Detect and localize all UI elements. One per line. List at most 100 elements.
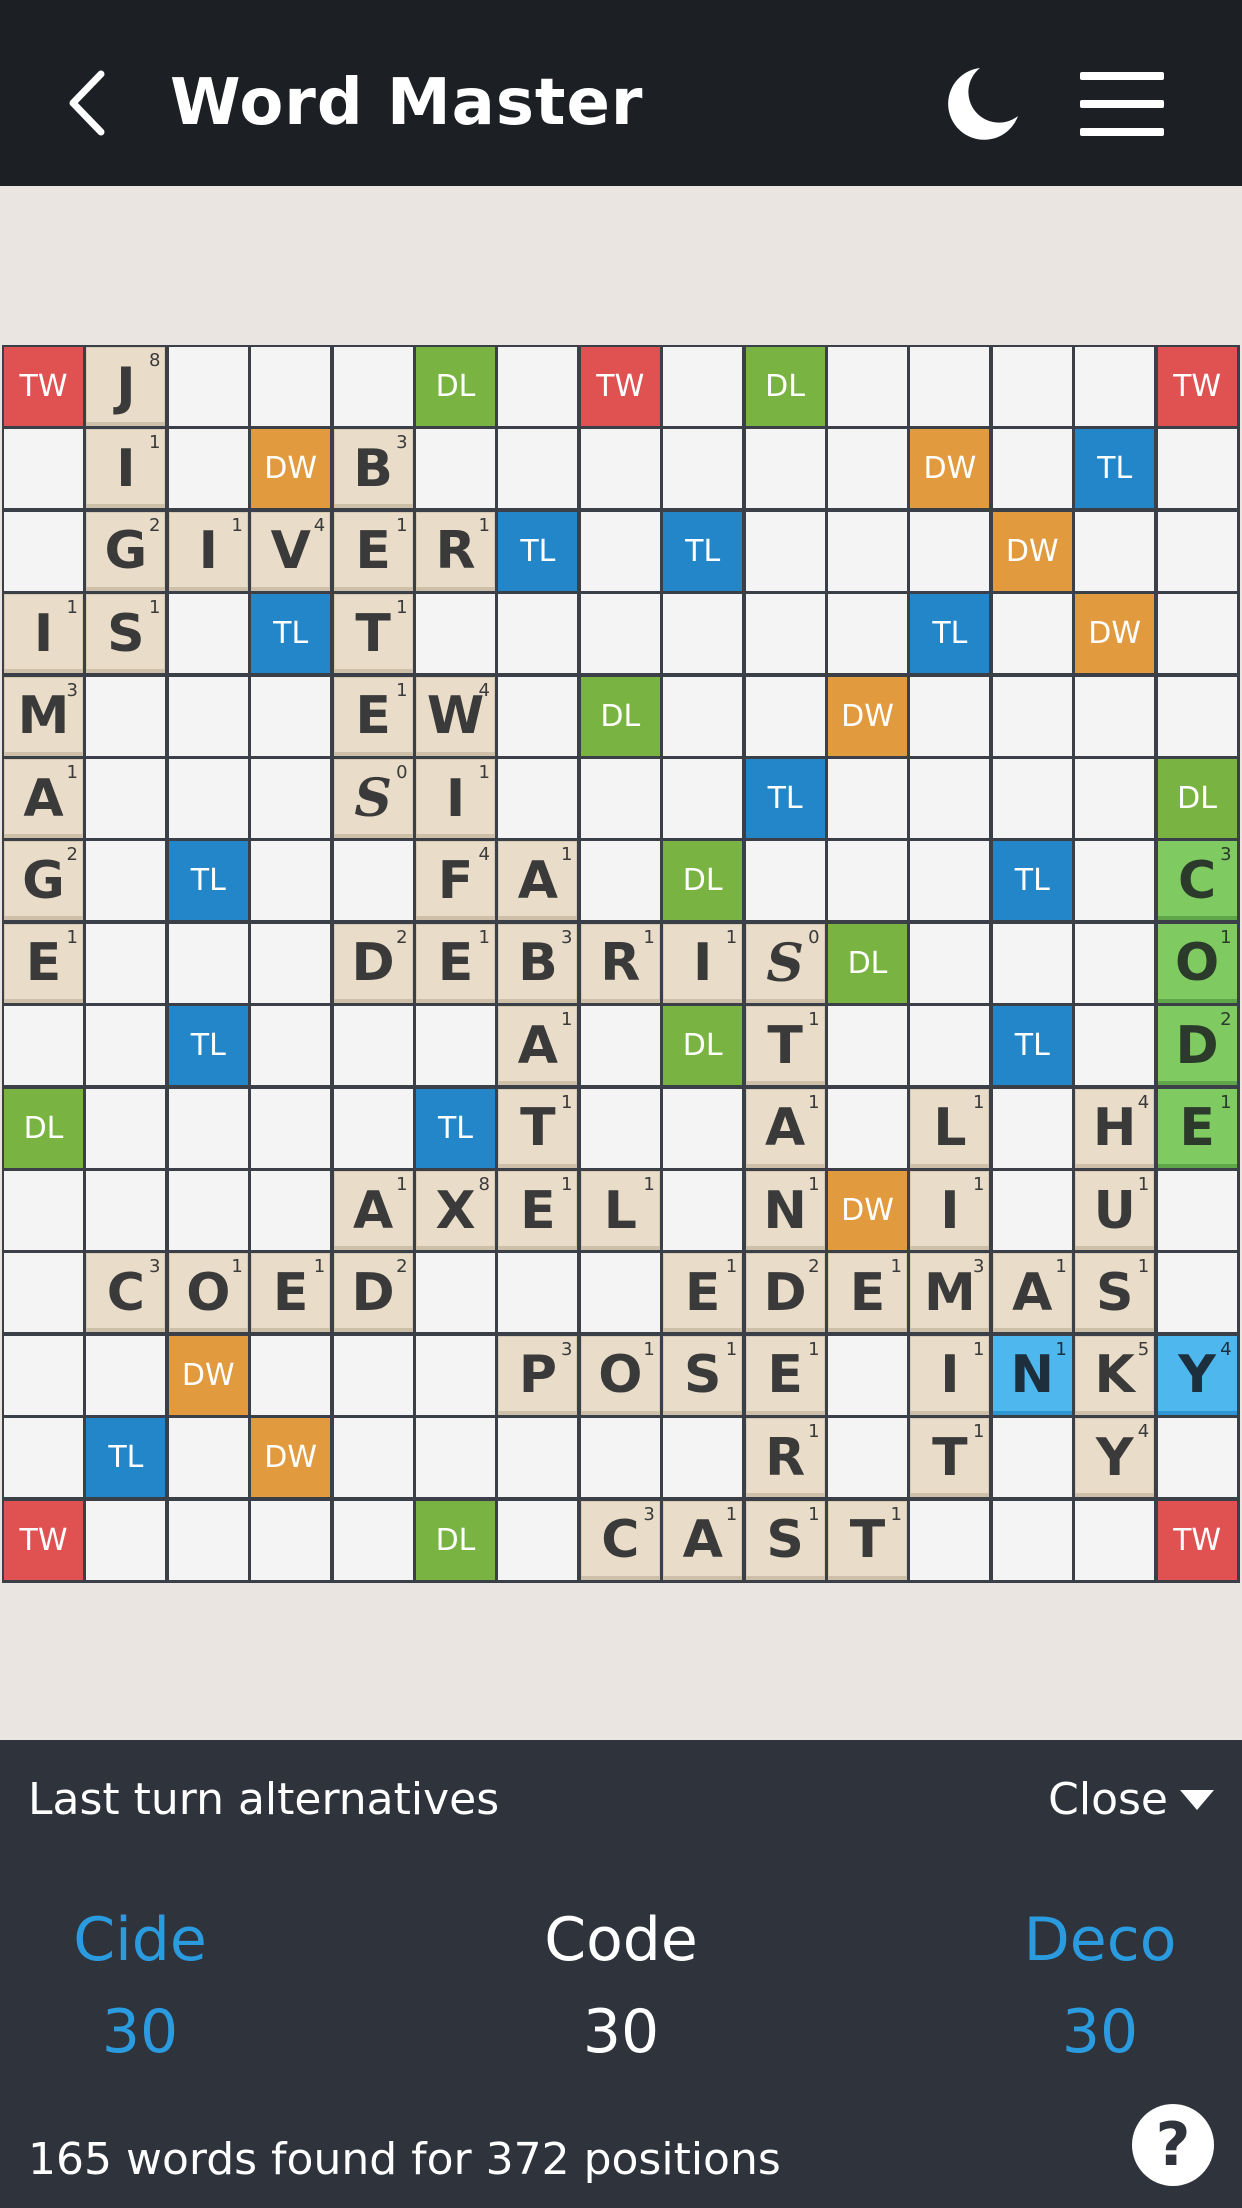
premium-square-tl[interactable]: TL [992,841,1072,921]
empty-square[interactable] [168,676,248,756]
empty-square[interactable] [1075,1500,1155,1580]
empty-square[interactable] [663,759,743,838]
letter-tile[interactable]: B3 [498,923,578,1003]
empty-square[interactable] [1075,676,1155,756]
empty-square[interactable] [992,676,1072,756]
premium-square-dw[interactable]: DW [828,1171,907,1250]
help-button[interactable]: ? [1132,2104,1214,2186]
letter-tile[interactable]: Y4 [1075,1418,1155,1498]
premium-square-dl[interactable]: DL [4,1088,83,1168]
letter-tile[interactable]: A1 [4,759,83,838]
letter-tile[interactable]: E1 [663,1253,743,1333]
empty-square[interactable] [992,1171,1072,1250]
premium-square-tw[interactable]: TW [4,1500,83,1580]
empty-square[interactable] [251,841,331,921]
empty-square[interactable] [4,429,83,509]
letter-tile[interactable]: C3 [86,1253,166,1333]
empty-square[interactable] [498,594,578,674]
letter-tile[interactable]: E1 [4,923,83,1003]
letter-tile[interactable]: D2 [745,1253,825,1333]
premium-square-tl[interactable]: TL [168,1006,248,1086]
empty-square[interactable] [86,1500,166,1580]
letter-tile[interactable]: S1 [1075,1253,1155,1333]
empty-square[interactable] [910,347,990,426]
empty-square[interactable] [910,676,990,756]
empty-square[interactable] [4,511,83,591]
empty-square[interactable] [168,1171,248,1250]
empty-square[interactable] [333,1088,413,1168]
empty-square[interactable] [1075,759,1155,838]
letter-tile[interactable]: I1 [168,511,248,591]
letter-tile[interactable]: G2 [86,511,166,591]
empty-square[interactable] [992,594,1072,674]
empty-square[interactable] [580,841,660,921]
empty-square[interactable] [4,1253,83,1333]
back-button[interactable] [52,58,122,148]
letter-tile[interactable]: W4 [416,676,495,756]
empty-square[interactable] [86,923,166,1003]
letter-tile[interactable]: S1 [86,594,166,674]
empty-square[interactable] [86,1006,166,1086]
empty-square[interactable] [580,1253,660,1333]
empty-square[interactable] [251,759,331,838]
empty-square[interactable] [168,1088,248,1168]
premium-square-dl[interactable]: DL [416,1500,495,1580]
empty-square[interactable] [992,429,1072,509]
empty-square[interactable] [333,1006,413,1086]
night-mode-button[interactable] [940,62,1024,146]
empty-square[interactable] [251,1335,331,1415]
empty-square[interactable] [745,841,825,921]
letter-tile[interactable]: T1 [745,1006,825,1086]
premium-square-dw[interactable]: DW [251,429,331,509]
empty-square[interactable] [580,1088,660,1168]
empty-square[interactable] [416,429,495,509]
premium-square-tw[interactable]: TW [580,347,660,426]
empty-square[interactable] [168,923,248,1003]
letter-tile[interactable]: K5 [1075,1335,1155,1415]
empty-square[interactable] [251,347,331,426]
empty-square[interactable] [745,429,825,509]
letter-tile[interactable]: E1 [498,1171,578,1250]
empty-square[interactable] [251,1171,331,1250]
letter-tile[interactable]: O1 [168,1253,248,1333]
letter-tile[interactable]: Y4 [1157,1335,1237,1415]
empty-square[interactable] [4,1418,83,1498]
empty-square[interactable] [992,1500,1072,1580]
empty-square[interactable] [910,759,990,838]
empty-square[interactable] [251,676,331,756]
letter-tile[interactable]: G2 [4,841,83,921]
empty-square[interactable] [168,429,248,509]
letter-tile[interactable]: V4 [251,511,331,591]
empty-square[interactable] [580,594,660,674]
empty-square[interactable] [168,594,248,674]
empty-square[interactable] [1157,1253,1237,1333]
letter-tile[interactable]: S0 [745,923,825,1003]
letter-tile[interactable]: P3 [498,1335,578,1415]
empty-square[interactable] [580,759,660,838]
empty-square[interactable] [416,1418,495,1498]
empty-square[interactable] [86,759,166,838]
empty-square[interactable] [416,1335,495,1415]
empty-square[interactable] [498,676,578,756]
empty-square[interactable] [86,1171,166,1250]
empty-square[interactable] [168,759,248,838]
empty-square[interactable] [1157,1171,1237,1250]
letter-tile[interactable]: T1 [498,1088,578,1168]
menu-button[interactable] [1080,68,1166,140]
letter-tile[interactable]: R1 [580,923,660,1003]
empty-square[interactable] [828,1088,907,1168]
empty-square[interactable] [992,759,1072,838]
letter-tile[interactable]: S1 [745,1500,825,1580]
empty-square[interactable] [168,1500,248,1580]
letter-tile[interactable]: M3 [910,1253,990,1333]
premium-square-dw[interactable]: DW [1075,594,1155,674]
empty-square[interactable] [168,1418,248,1498]
letter-tile[interactable]: M3 [4,676,83,756]
game-board[interactable]: TW J 8 DL TW DL TW I 1 DW B 3 DW TL G 2 I 1 V 4 E 1 R 1 TL TL DW I 1… [2,345,1240,1583]
empty-square[interactable] [580,1006,660,1086]
premium-square-tl[interactable]: TL [251,594,331,674]
empty-square[interactable] [4,1335,83,1415]
empty-square[interactable] [86,1088,166,1168]
premium-square-tl[interactable]: TL [910,594,990,674]
premium-square-tl[interactable]: TL [86,1418,166,1498]
